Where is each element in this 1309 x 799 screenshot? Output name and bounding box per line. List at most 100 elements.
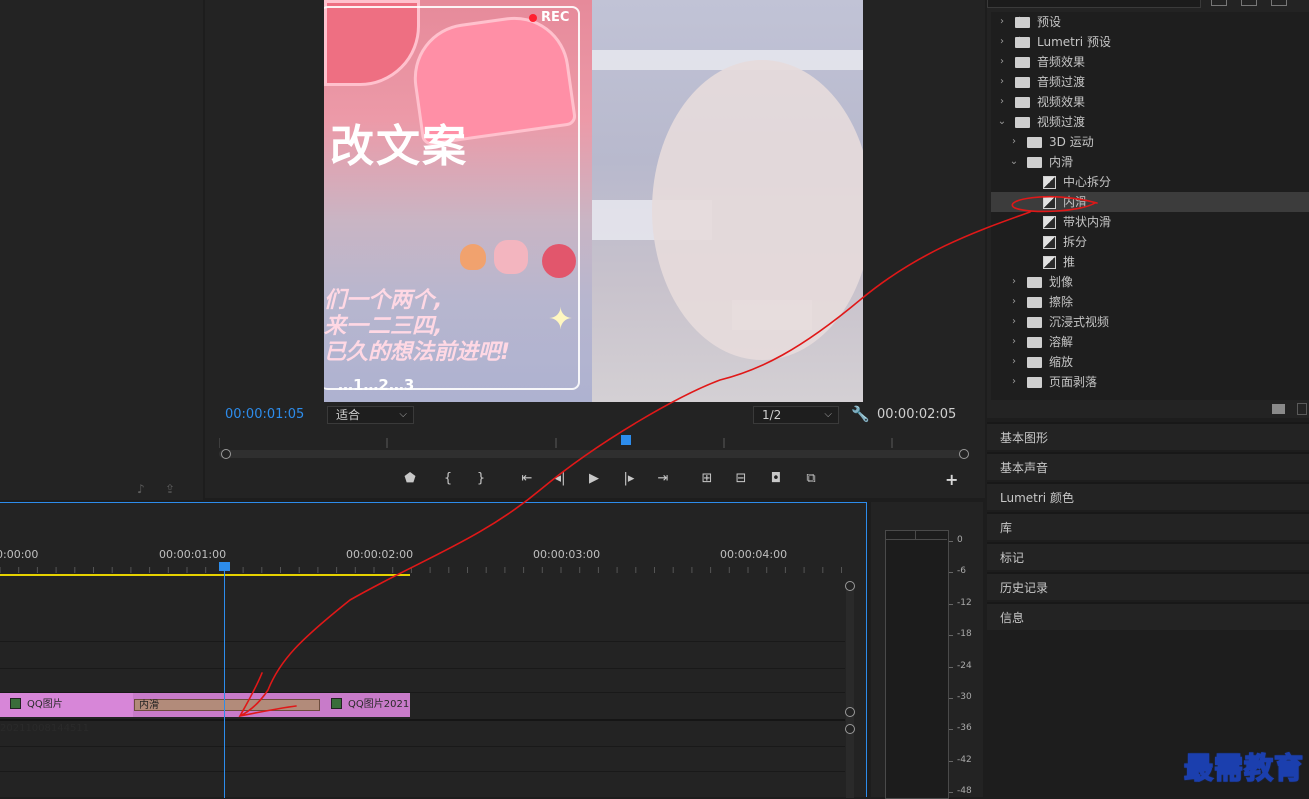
- chevron-down-icon[interactable]: ⌄: [997, 112, 1007, 132]
- rec-label: REC: [541, 10, 570, 25]
- chevron-right-icon[interactable]: ›: [1009, 312, 1019, 332]
- effects-tree-item[interactable]: › 缩放: [991, 352, 1309, 372]
- effects-tree-item[interactable]: › 音频过渡: [991, 72, 1309, 92]
- lift-button[interactable]: ⊞: [694, 469, 720, 489]
- work-area-bar[interactable]: [0, 574, 410, 576]
- resolution-select[interactable]: 1/2 ⌵: [753, 406, 839, 424]
- db-label: -24: [957, 660, 972, 671]
- panel-essential-sound[interactable]: 基本声音: [987, 452, 1309, 480]
- panel-label: 基本图形: [1000, 431, 1049, 445]
- panel-label: 历史记录: [1000, 581, 1049, 595]
- panel-markers[interactable]: 标记: [987, 542, 1309, 570]
- db-tick: [949, 666, 953, 668]
- accelerated-effects-icon[interactable]: [1211, 0, 1227, 6]
- effects-tree-item[interactable]: 内滑: [991, 192, 1309, 212]
- panel-history[interactable]: 历史记录: [987, 572, 1309, 600]
- panel-lumetri-color[interactable]: Lumetri 颜色: [987, 482, 1309, 510]
- step-forward-button[interactable]: |▸: [616, 469, 642, 489]
- add-marker-button[interactable]: ⬟: [397, 469, 423, 489]
- transition-block[interactable]: 内滑: [134, 699, 320, 711]
- chevron-right-icon[interactable]: ›: [1009, 132, 1019, 152]
- db-label: -12: [957, 597, 972, 608]
- timeline-playhead-line: [224, 563, 225, 798]
- effects-tree-item[interactable]: › 溶解: [991, 332, 1309, 352]
- effects-tree-item[interactable]: › 页面剥落: [991, 372, 1309, 392]
- effects-tree-item[interactable]: 拆分: [991, 232, 1309, 252]
- go-to-in-button[interactable]: ⇤: [514, 469, 540, 489]
- effects-tree-item[interactable]: › 3D 运动: [991, 132, 1309, 152]
- go-to-out-button[interactable]: ⇥: [650, 469, 676, 489]
- timeline-playhead[interactable]: [219, 562, 230, 571]
- chevron-right-icon[interactable]: ›: [997, 32, 1007, 52]
- compare-button[interactable]: ⧉: [798, 469, 824, 489]
- scrub-end-handle[interactable]: [959, 449, 969, 459]
- effects-tree-item[interactable]: › Lumetri 预设: [991, 30, 1309, 52]
- play-button[interactable]: ▶: [581, 469, 607, 489]
- folder-icon: [1015, 117, 1030, 128]
- effects-item-label: 视频效果: [1037, 95, 1086, 109]
- chevron-right-icon[interactable]: ›: [1009, 372, 1019, 392]
- chevron-right-icon[interactable]: ›: [1009, 332, 1019, 352]
- chevron-right-icon[interactable]: ›: [997, 72, 1007, 92]
- effects-tree-item[interactable]: › 音频效果: [991, 52, 1309, 72]
- chevron-right-icon[interactable]: ›: [1009, 292, 1019, 312]
- extract-button[interactable]: ⊟: [728, 469, 754, 489]
- overlay-count-text: …1…2…3: [338, 376, 415, 394]
- monitor-playhead[interactable]: [621, 435, 631, 445]
- db-label: 0: [957, 535, 963, 545]
- timeline-scrollbar[interactable]: [846, 583, 854, 798]
- effects-tree-item[interactable]: 推: [991, 252, 1309, 272]
- insert-audio-icon[interactable]: ♪: [137, 482, 145, 496]
- db-tick: [949, 541, 953, 542]
- scroll-handle[interactable]: [845, 724, 855, 734]
- export-icon[interactable]: ⇪: [165, 482, 175, 496]
- panel-essential-graphics[interactable]: 基本图形: [987, 422, 1309, 450]
- folder-icon: [1027, 317, 1042, 328]
- effects-tree-item[interactable]: 中心拆分: [991, 172, 1309, 192]
- chevron-right-icon[interactable]: ›: [1009, 272, 1019, 292]
- scroll-handle[interactable]: [845, 581, 855, 591]
- effects-tree-item[interactable]: › 划像: [991, 272, 1309, 292]
- monitor-scrub-bar[interactable]: [219, 450, 965, 458]
- current-timecode[interactable]: 00:00:01:05: [225, 407, 304, 422]
- carrot-sticker: [460, 244, 486, 270]
- timeline-timecode: 00:00:01:00: [159, 548, 227, 561]
- timeline-ruler[interactable]: [0, 565, 850, 573]
- zoom-select[interactable]: 适合 ⌵: [327, 406, 414, 424]
- panel-label: Lumetri 颜色: [1000, 491, 1074, 505]
- track-divider: [0, 668, 845, 669]
- mark-out-button[interactable]: }: [468, 469, 494, 489]
- 32bit-effects-icon[interactable]: [1241, 0, 1257, 6]
- effects-tree-item[interactable]: ⌄ 视频过渡: [991, 112, 1309, 132]
- mark-in-button[interactable]: {: [435, 469, 461, 489]
- db-label: -6: [957, 566, 966, 577]
- camera-icon[interactable]: ◘: [763, 469, 789, 489]
- timeline-clip[interactable]: QQ图片20211008144511: [0, 693, 133, 734]
- new-bin-icon[interactable]: [1272, 404, 1285, 414]
- effects-tree-item[interactable]: › 擦除: [991, 292, 1309, 312]
- folder-icon: [1027, 357, 1042, 368]
- db-tick: [949, 760, 953, 762]
- trash-icon[interactable]: [1297, 403, 1307, 415]
- chevron-right-icon[interactable]: ›: [997, 92, 1007, 112]
- monitor-time-ruler[interactable]: [219, 432, 965, 448]
- effects-search-input[interactable]: [987, 0, 1201, 8]
- effects-tree-item[interactable]: › 沉浸式视频: [991, 312, 1309, 332]
- panel-info[interactable]: 信息: [987, 602, 1309, 630]
- step-back-button[interactable]: ◂|: [547, 469, 573, 489]
- effects-tree-item[interactable]: ⌄ 内滑: [991, 152, 1309, 172]
- effects-tree-item[interactable]: 带状内滑: [991, 212, 1309, 232]
- effects-tree-item[interactable]: › 视频效果: [991, 92, 1309, 112]
- yuv-effects-icon[interactable]: [1271, 0, 1287, 6]
- scrub-start-handle[interactable]: [221, 449, 231, 459]
- scroll-handle[interactable]: [845, 707, 855, 717]
- panel-libraries[interactable]: 库: [987, 512, 1309, 540]
- add-button[interactable]: +: [945, 470, 958, 489]
- chevron-down-icon[interactable]: ⌄: [1009, 152, 1019, 172]
- wrench-icon[interactable]: 🔧: [851, 405, 870, 423]
- audio-meter-peak[interactable]: [885, 530, 947, 540]
- effects-tree-item[interactable]: › 预设: [991, 10, 1309, 32]
- chevron-right-icon[interactable]: ›: [1009, 352, 1019, 372]
- chevron-right-icon[interactable]: ›: [997, 12, 1007, 32]
- chevron-right-icon[interactable]: ›: [997, 52, 1007, 72]
